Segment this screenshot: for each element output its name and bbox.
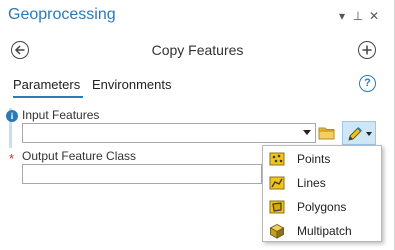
plus-icon <box>362 45 372 55</box>
menu-item-label: Polygons <box>297 200 347 214</box>
pane-titlebar: Geoprocessing ▾ ⊥ ✕ <box>0 0 395 32</box>
menu-item-multipatch[interactable]: Multipatch <box>263 219 381 243</box>
output-feature-class-label: Output Feature Class <box>22 149 137 163</box>
points-icon <box>269 152 285 166</box>
input-features-combobox[interactable] <box>22 123 316 143</box>
folder-icon <box>318 127 335 140</box>
chevron-down-icon[interactable] <box>303 130 311 135</box>
tab-parameters[interactable]: Parameters <box>13 77 80 92</box>
pencil-icon <box>348 127 362 141</box>
caret-down-icon <box>366 132 372 136</box>
menu-item-points[interactable]: Points <box>263 147 381 171</box>
input-features-label: Input Features <box>22 108 100 122</box>
menu-item-label: Multipatch <box>297 224 352 238</box>
menu-item-lines[interactable]: Lines <box>263 171 381 195</box>
tool-title: Copy Features <box>151 42 244 58</box>
menu-item-polygons[interactable]: Polygons <box>263 195 381 219</box>
menu-item-label: Lines <box>297 176 326 190</box>
menu-item-label: Points <box>297 152 331 166</box>
sketch-type-menu: Points Lines Polygons Multipatch <box>262 145 382 242</box>
output-feature-class-input[interactable] <box>22 164 262 184</box>
pane-menu-icon[interactable]: ▾ <box>335 8 349 24</box>
browse-folder-button[interactable] <box>318 124 336 142</box>
info-icon[interactable]: i <box>6 110 18 122</box>
tab-environments[interactable]: Environments <box>92 77 171 92</box>
polygons-icon <box>269 200 285 214</box>
pane-title: Geoprocessing <box>8 6 116 23</box>
active-tab-indicator <box>13 96 83 98</box>
multipatch-icon <box>269 223 285 239</box>
help-button[interactable]: ? <box>359 75 376 92</box>
close-icon[interactable]: ✕ <box>367 8 381 24</box>
sketch-features-button[interactable] <box>342 121 376 145</box>
geoprocessing-pane: Geoprocessing ▾ ⊥ ✕ Copy Features Parame… <box>0 0 395 250</box>
required-marker: * <box>9 151 15 166</box>
add-to-favorites-button[interactable] <box>358 41 376 59</box>
pin-icon[interactable]: ⊥ <box>351 8 365 24</box>
lines-icon <box>269 176 285 190</box>
